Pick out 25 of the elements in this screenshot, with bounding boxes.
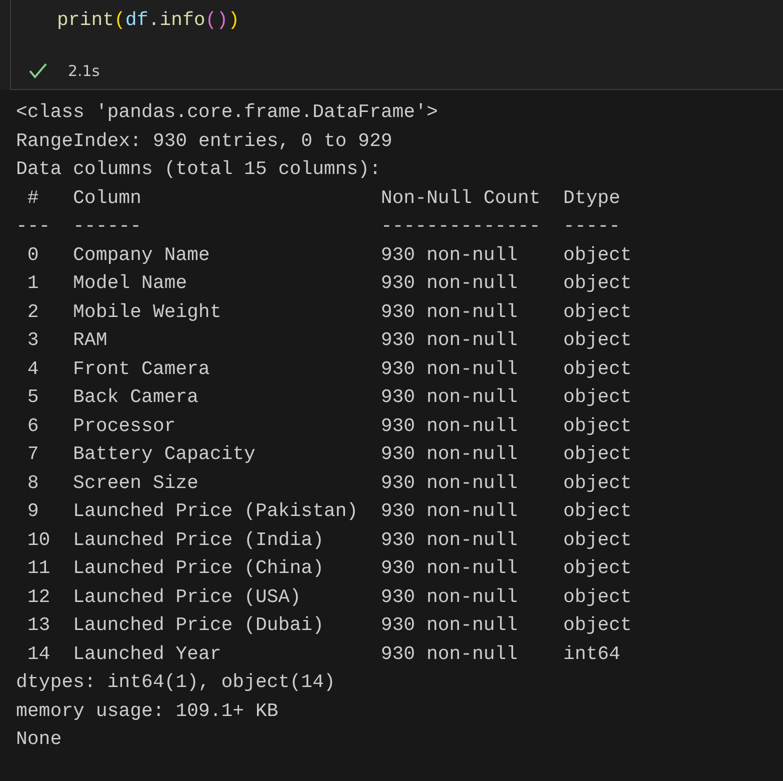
output-line: 5 Back Camera 930 non-null object: [26, 385, 632, 410]
output-line: 7 Battery Capacity 930 non-null object: [26, 442, 632, 467]
output-line: 3 RAM 930 non-null object: [26, 328, 632, 353]
output-line: None: [16, 727, 62, 752]
output-line: 2 Mobile Weight 930 non-null object: [26, 300, 632, 324]
output-line: 6 Processor 930 non-null object: [26, 414, 632, 438]
output-line: 9 Launched Price (Pakistan) 930 non-null object: [26, 499, 632, 524]
output-line: RangeIndex: 930 entries, 0 to 929: [16, 128, 392, 154]
output-line: 0 Company Name 930 non-null object: [26, 242, 632, 268]
code-line: print(df.info()): [56, 8, 240, 33]
output-line: 4 Front Camera 930 non-null object: [26, 356, 632, 382]
output-line: 11 Launched Price (China) 930 non-null object: [26, 556, 632, 581]
output-line: <class 'pandas.core.frame.DataFrame'>: [16, 100, 438, 125]
output-line: 14 Launched Year 930 non-null int64: [26, 642, 622, 666]
output-line: dtypes: int64(1), object(14): [16, 670, 336, 695]
output-line: 10 Launched Price (India) 930 non-null object: [26, 528, 632, 552]
output-line: 12 Launched Price (USA) 930 non-null object: [26, 584, 632, 610]
execution-time: 2.1s: [68, 62, 100, 80]
output-line: 1 Model Name 930 non-null object: [26, 271, 632, 296]
output-line: Data columns (total 15 columns):: [16, 157, 381, 182]
output-line: # Column Non-Null Count Dtype: [26, 186, 622, 210]
output-line: --- ------ -------------- -----: [16, 214, 622, 239]
output-line: memory usage: 109.1+ KB: [16, 698, 278, 724]
output-line: 8 Screen Size 930 non-null object: [26, 470, 632, 496]
output-line: 13 Launched Price (Dubai) 930 non-null object: [26, 613, 632, 638]
